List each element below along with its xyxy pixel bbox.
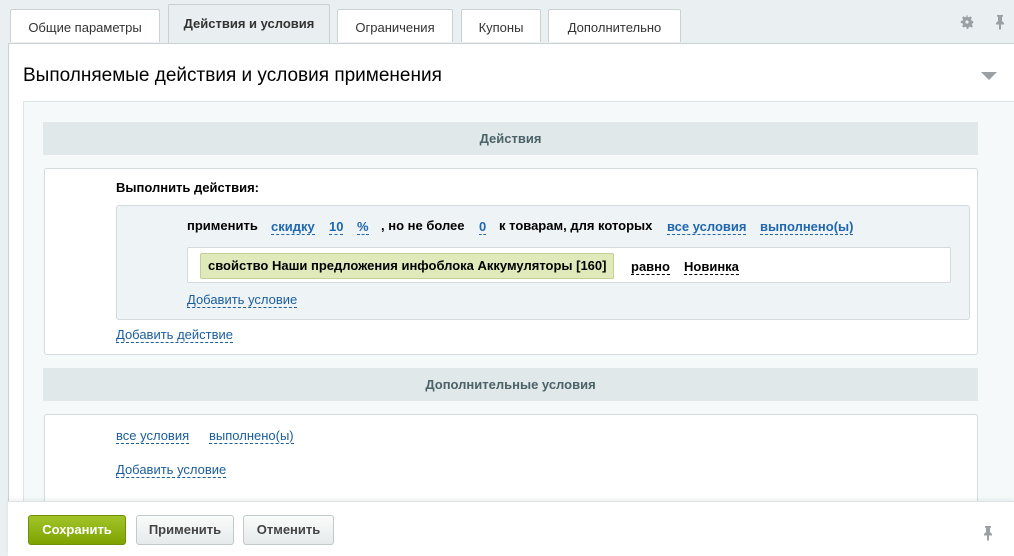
extra-fulfilled-link[interactable]: выполнено(ы) xyxy=(209,428,294,444)
pin-icon[interactable] xyxy=(980,525,996,541)
section-title: Выполняемые действия и условия применени… xyxy=(23,65,442,86)
save-button[interactable]: Сохранить xyxy=(28,515,126,545)
main-panel: Выполняемые действия и условия применени… xyxy=(8,43,1014,503)
actions-heading: Выполнить действия: xyxy=(116,180,259,195)
tab-label: Действия и условия xyxy=(183,16,315,31)
fulfilled-link[interactable]: выполнено(ы) xyxy=(760,219,854,235)
all-conditions-link[interactable]: все условия xyxy=(667,219,747,235)
actions-box: Выполнить действия: применить скидку 10 … xyxy=(44,168,978,355)
discount-unit-link[interactable]: % xyxy=(357,219,369,235)
tab-label: Ограничения xyxy=(355,19,435,35)
goods-label: к товарам, для которых xyxy=(499,218,653,233)
action-block: применить скидку 10 % , но не более 0 к … xyxy=(116,205,970,320)
tab-restrictions[interactable]: Ограничения xyxy=(337,9,453,42)
pin-icon[interactable] xyxy=(992,14,1008,30)
extra-add-condition-link[interactable]: Добавить условие xyxy=(116,462,227,478)
tab-label: Дополнительно xyxy=(567,19,662,35)
limit-value-link[interactable]: 0 xyxy=(479,219,487,235)
add-action-link[interactable]: Добавить действие xyxy=(116,327,233,343)
tab-label: Купоны xyxy=(478,19,524,35)
limit-label: , но не более xyxy=(381,218,465,233)
condition-property-chip[interactable]: свойство Наши предложения инфоблока Акку… xyxy=(200,253,615,279)
add-condition-link[interactable]: Добавить условие xyxy=(187,292,298,308)
actions-band-title: Действия xyxy=(43,122,978,155)
discount-type-link[interactable]: скидку xyxy=(271,219,315,235)
discount-value-link[interactable]: 10 xyxy=(329,219,344,235)
apply-button[interactable]: Применить xyxy=(136,515,234,545)
tab-actions-conditions[interactable]: Действия и условия xyxy=(168,4,330,44)
condition-operator-link[interactable]: равно xyxy=(631,259,670,275)
extra-conditions-box: все условия выполнено(ы) Добавить услови… xyxy=(44,414,978,503)
extra-band-title: Дополнительные условия xyxy=(43,368,978,401)
extra-all-conditions-link[interactable]: все условия xyxy=(116,428,190,444)
tab-bar: Общие параметры Действия и условия Огран… xyxy=(0,0,1014,44)
tab-additional[interactable]: Дополнительно xyxy=(548,9,681,42)
tab-label: Общие параметры xyxy=(28,19,142,35)
section-content: Действия Выполнить действия: применить с… xyxy=(23,101,1014,503)
tab-general[interactable]: Общие параметры xyxy=(10,9,160,42)
cancel-button[interactable]: Отменить xyxy=(243,515,334,545)
footer-bar: Сохранить Применить Отменить xyxy=(8,501,1014,556)
tab-coupons[interactable]: Купоны xyxy=(461,9,541,42)
collapse-arrow-icon[interactable] xyxy=(981,72,997,80)
apply-label: применить xyxy=(187,218,258,233)
condition-row: свойство Наши предложения инфоблока Акку… xyxy=(187,247,951,283)
gear-icon[interactable] xyxy=(959,14,975,30)
condition-value-link[interactable]: Новинка xyxy=(684,259,739,275)
